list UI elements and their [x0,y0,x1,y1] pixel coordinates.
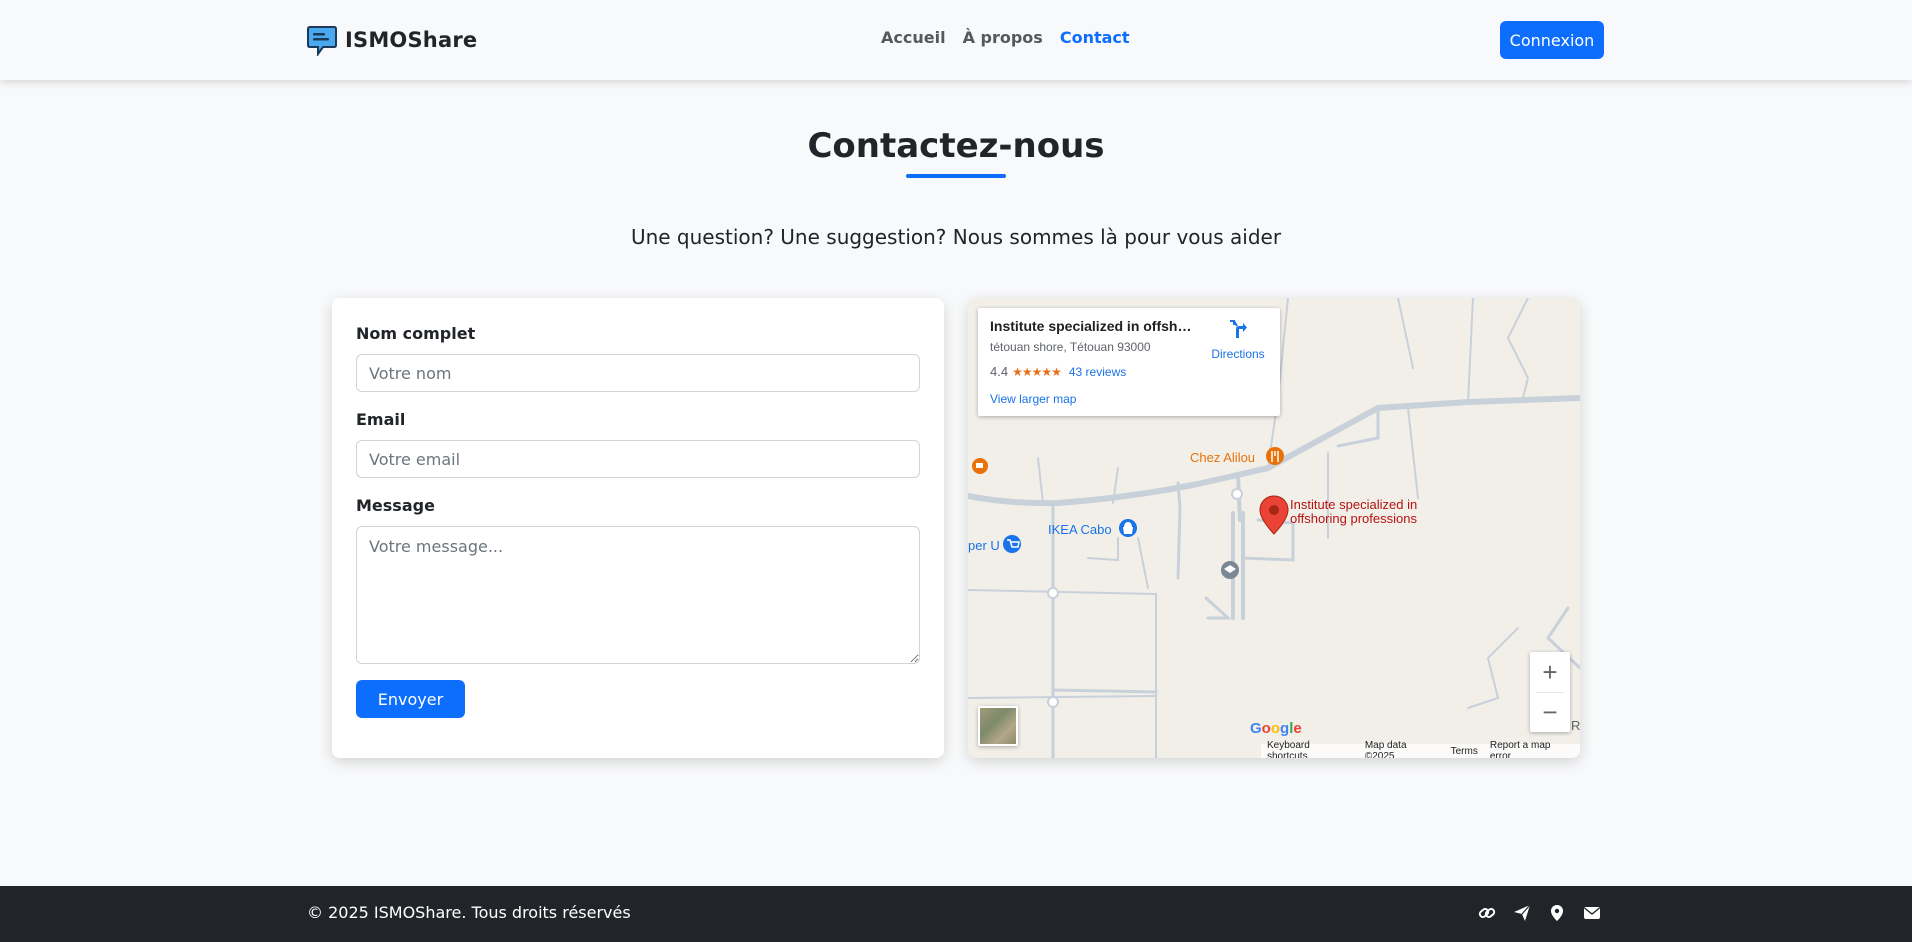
directions-label: Directions [1211,347,1265,361]
place-info-card: Institute specialized in offshor... této… [978,308,1280,416]
view-larger-map-link[interactable]: View larger map [990,392,1076,406]
place-rating: 4.4 ★★★★★ 43 reviews [990,364,1126,379]
footer: © 2025 ISMOShare. Tous droits réservés [0,886,1912,942]
poi-label-chez-alilou[interactable]: Chez Alilou [1190,450,1255,465]
nav-link-a-propos[interactable]: À propos [963,28,1043,47]
brand-name: ISMOShare [345,28,478,52]
reviews-link[interactable]: 43 reviews [1069,365,1126,379]
google-logo: Google [1250,720,1302,737]
directions-icon [1230,320,1247,338]
chat-bubble-logo-icon [307,26,337,56]
directions-button[interactable]: Directions [1206,318,1270,361]
brand[interactable]: ISMOShare [307,24,477,56]
pin-label-line1: Institute specialized in [1290,497,1418,512]
page-subtitle: Une question? Une suggestion? Nous somme… [630,225,1282,249]
zoom-out-button[interactable]: − [1530,692,1570,732]
rating-value: 4.4 [990,364,1009,379]
title-underline [906,174,1006,178]
name-input[interactable] [356,354,920,392]
poi-label-ikea[interactable]: IKEA Cabo [1048,522,1112,537]
navbar: ISMOShare Accueil À propos Contact Conne… [0,0,1912,80]
report-error-link[interactable]: Report a map error [1490,740,1574,758]
envelope-icon[interactable] [1583,904,1601,922]
page-title: Contactez-nous [807,126,1105,166]
zoom-controls: + − [1530,652,1570,732]
map-data-text: Map data ©2025 [1364,740,1407,758]
terms-link[interactable]: Terms [1451,746,1478,757]
message-textarea[interactable] [356,526,920,664]
nav-menu: Accueil À propos Contact [881,28,1130,47]
pin-label[interactable]: Institute specialized in offshoring prof… [1290,498,1417,526]
contact-form-card: Nom complet Email Message Envoyer [332,298,944,758]
place-address: tétouan shore, Tétouan 93000 [990,340,1151,354]
map-pin-icon[interactable] [1548,904,1566,922]
nav-link-accueil[interactable]: Accueil [881,28,946,47]
satellite-toggle[interactable] [978,706,1018,746]
zoom-in-button[interactable]: + [1530,652,1570,692]
nav-link-contact[interactable]: Contact [1060,28,1130,47]
map-embed[interactable]: Institute specialized in offshor... této… [968,298,1580,758]
map-attribution: Keyboard shortcuts Map data ©2025 Terms … [1261,740,1580,758]
link-icon[interactable] [1478,904,1496,922]
place-name: Institute specialized in offshor... [990,318,1200,334]
login-button[interactable]: Connexion [1500,21,1604,59]
footer-copyright: © 2025 ISMOShare. Tous droits réservés [307,903,631,922]
paper-plane-icon[interactable] [1513,904,1531,922]
keyboard-shortcuts-link[interactable]: Keyboard shortcuts [1267,740,1353,758]
pin-label-line2: offshoring professions [1290,511,1417,526]
message-label: Message [356,496,435,515]
poi-label-edge: R [1571,718,1580,733]
email-input[interactable] [356,440,920,478]
star-rating-icon: ★★★★★ [1012,364,1062,379]
name-label: Nom complet [356,324,476,343]
footer-social-icons [1478,904,1601,922]
submit-button[interactable]: Envoyer [356,680,465,718]
poi-label-super-u[interactable]: per U [968,538,1000,553]
email-label: Email [356,410,406,429]
